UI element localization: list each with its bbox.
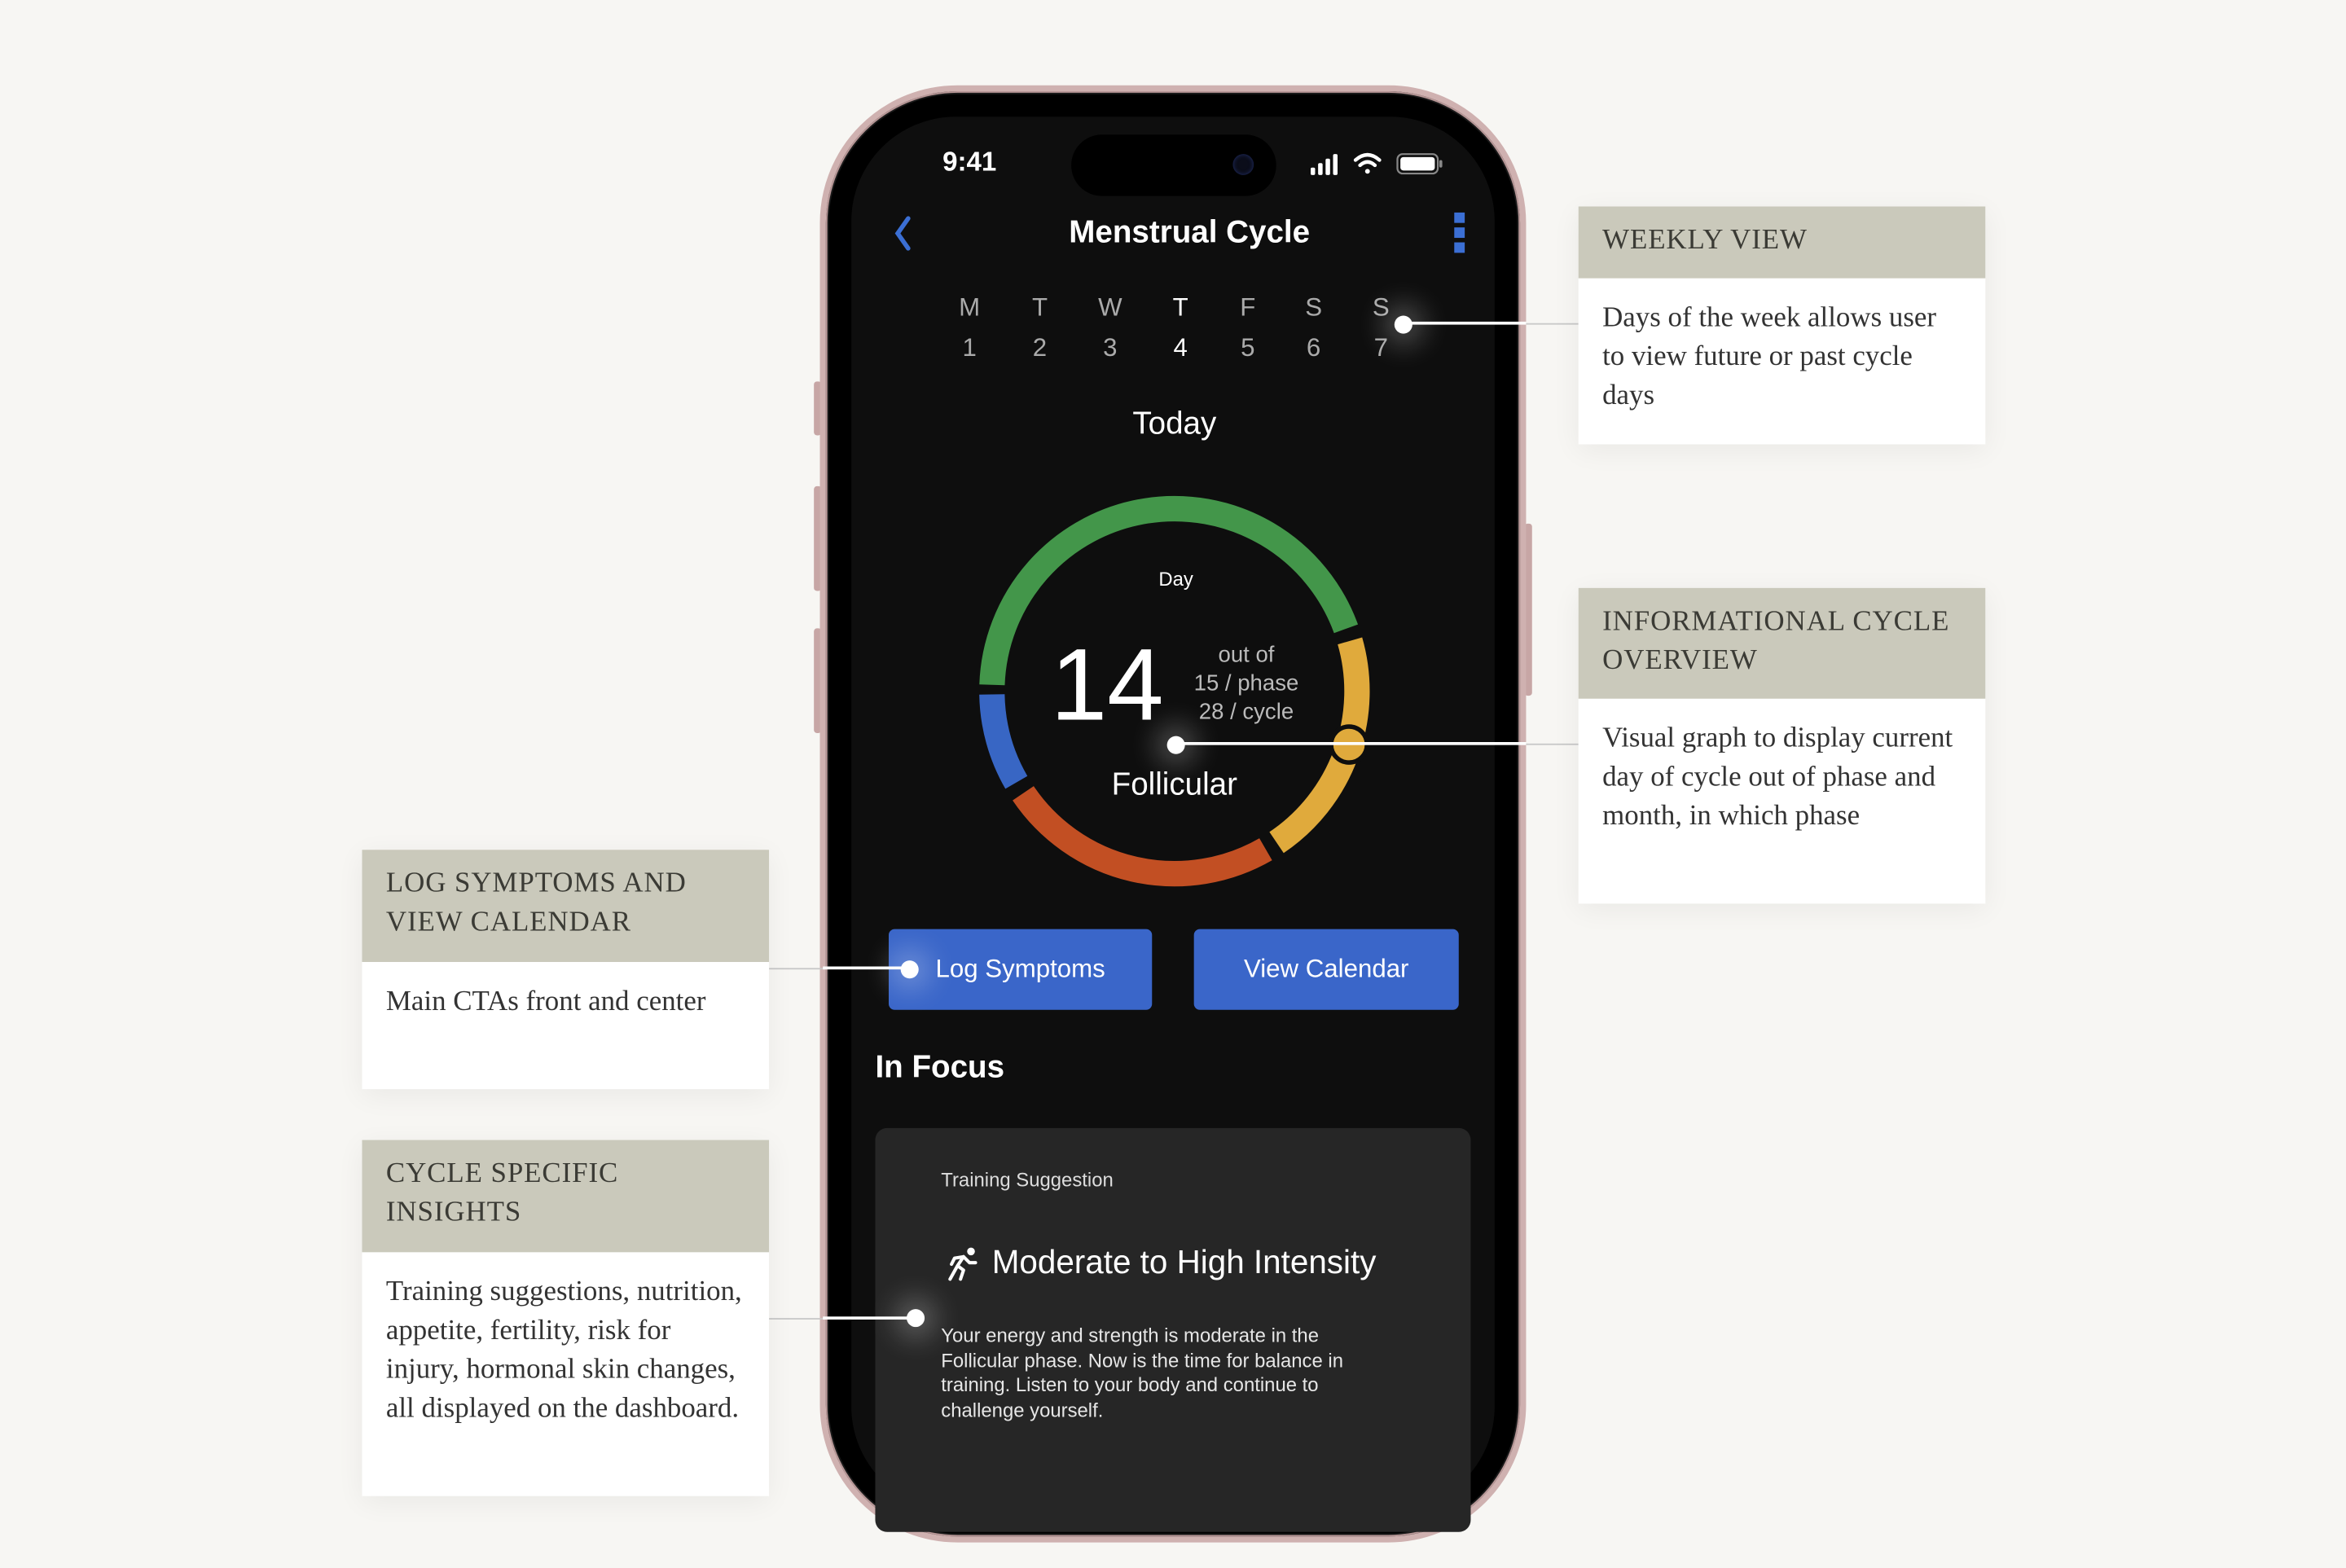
annotation-insights: Cycle Specific Insights Training suggest… <box>362 1140 770 1496</box>
weekday-number[interactable]: 5 <box>1225 334 1270 364</box>
annotation-body: Days of the week allows user to view fut… <box>1602 302 1937 412</box>
connector-line <box>769 967 824 970</box>
annotation-title: Informational Cycle Overview <box>1578 587 1986 699</box>
weekday-letter[interactable]: T <box>1158 293 1203 323</box>
weekday-letter[interactable]: W <box>1087 293 1132 323</box>
running-person-icon <box>948 1247 978 1281</box>
weekday-letter[interactable]: M <box>947 293 992 323</box>
today-label: Today <box>1132 406 1217 441</box>
cycle-out-of: out of 15 / phase 28 / cycle <box>1194 641 1299 727</box>
annotation-weekly-view: Weekly View Days of the week allows user… <box>1578 206 1986 445</box>
connector-line <box>1526 742 1579 745</box>
card-title: Moderate to High Intensity <box>991 1243 1377 1281</box>
phase-arc-red <box>1013 786 1272 887</box>
phase-length: 15 / phase <box>1193 670 1299 696</box>
cycle-length: 28 / cycle <box>1198 699 1294 725</box>
stage: 9:41 Menstrual Cycle M1T2W3T4F5S6S7 Toda… <box>0 0 2346 1568</box>
connector-line <box>1175 742 1527 745</box>
signal-icon <box>1310 154 1338 175</box>
weekday-number[interactable]: 1 <box>947 334 992 364</box>
annotation-title: Weekly View <box>1578 206 1986 279</box>
back-chevron-icon[interactable] <box>892 215 913 251</box>
status-icons <box>1310 152 1443 175</box>
connector-dot <box>907 1309 925 1328</box>
phase-name: Follicular <box>1111 767 1237 802</box>
page-title: Menstrual Cycle <box>1069 215 1311 250</box>
connector-line <box>1526 322 1579 325</box>
annotation-body: Main CTAs front and center <box>385 986 706 1017</box>
weekday-letter[interactable]: F <box>1225 293 1270 323</box>
wifi-icon <box>1353 152 1382 174</box>
connector-line <box>769 1317 824 1320</box>
annotation-title: Log Symptoms and View Calendar <box>362 850 770 962</box>
cycle-ring <box>979 495 1370 887</box>
day-label: Day <box>1158 568 1193 591</box>
weekday-letter[interactable]: T <box>1017 293 1062 323</box>
annotation-body: Visual graph to display current day of c… <box>1602 723 1953 832</box>
weekday-number[interactable]: 3 <box>1087 334 1132 364</box>
log-symptoms-button[interactable]: Log Symptoms <box>888 929 1153 1010</box>
annotation-cycle-overview: Informational Cycle Overview Visual grap… <box>1578 587 1986 904</box>
annotation-ctas: Log Symptoms and View Calendar Main CTAs… <box>362 850 770 1090</box>
card-body: Your energy and strength is moderate in … <box>941 1324 1343 1421</box>
connector-dot <box>1166 736 1185 754</box>
kebab-menu-icon[interactable] <box>1452 212 1467 254</box>
camera-icon <box>1232 154 1254 175</box>
connector-dot <box>900 960 919 979</box>
view-calendar-button[interactable]: View Calendar <box>1193 929 1459 1010</box>
card-label: Training Suggestion <box>941 1168 1114 1192</box>
weekday-number[interactable]: 4 <box>1158 334 1203 364</box>
battery-icon <box>1396 153 1443 175</box>
phase-arc-blue <box>979 693 1028 789</box>
weekday-number[interactable]: 6 <box>1291 334 1336 364</box>
status-time: 9:41 <box>942 146 997 177</box>
connector-line <box>823 1316 916 1320</box>
weekday-number[interactable]: 2 <box>1017 334 1062 364</box>
connector-line <box>1403 321 1527 325</box>
connector-line <box>823 966 910 970</box>
annotation-body: Training suggestions, nutrition, appetit… <box>385 1276 742 1425</box>
weekday-number[interactable]: 7 <box>1359 334 1404 364</box>
out-of-label: out of <box>1218 642 1275 669</box>
current-day: 14 <box>1050 628 1164 743</box>
in-focus-heading: In Focus <box>875 1050 1005 1085</box>
connector-dot <box>1394 315 1412 334</box>
weekday-letter[interactable]: S <box>1291 293 1336 323</box>
annotation-title: Cycle Specific Insights <box>362 1140 770 1253</box>
